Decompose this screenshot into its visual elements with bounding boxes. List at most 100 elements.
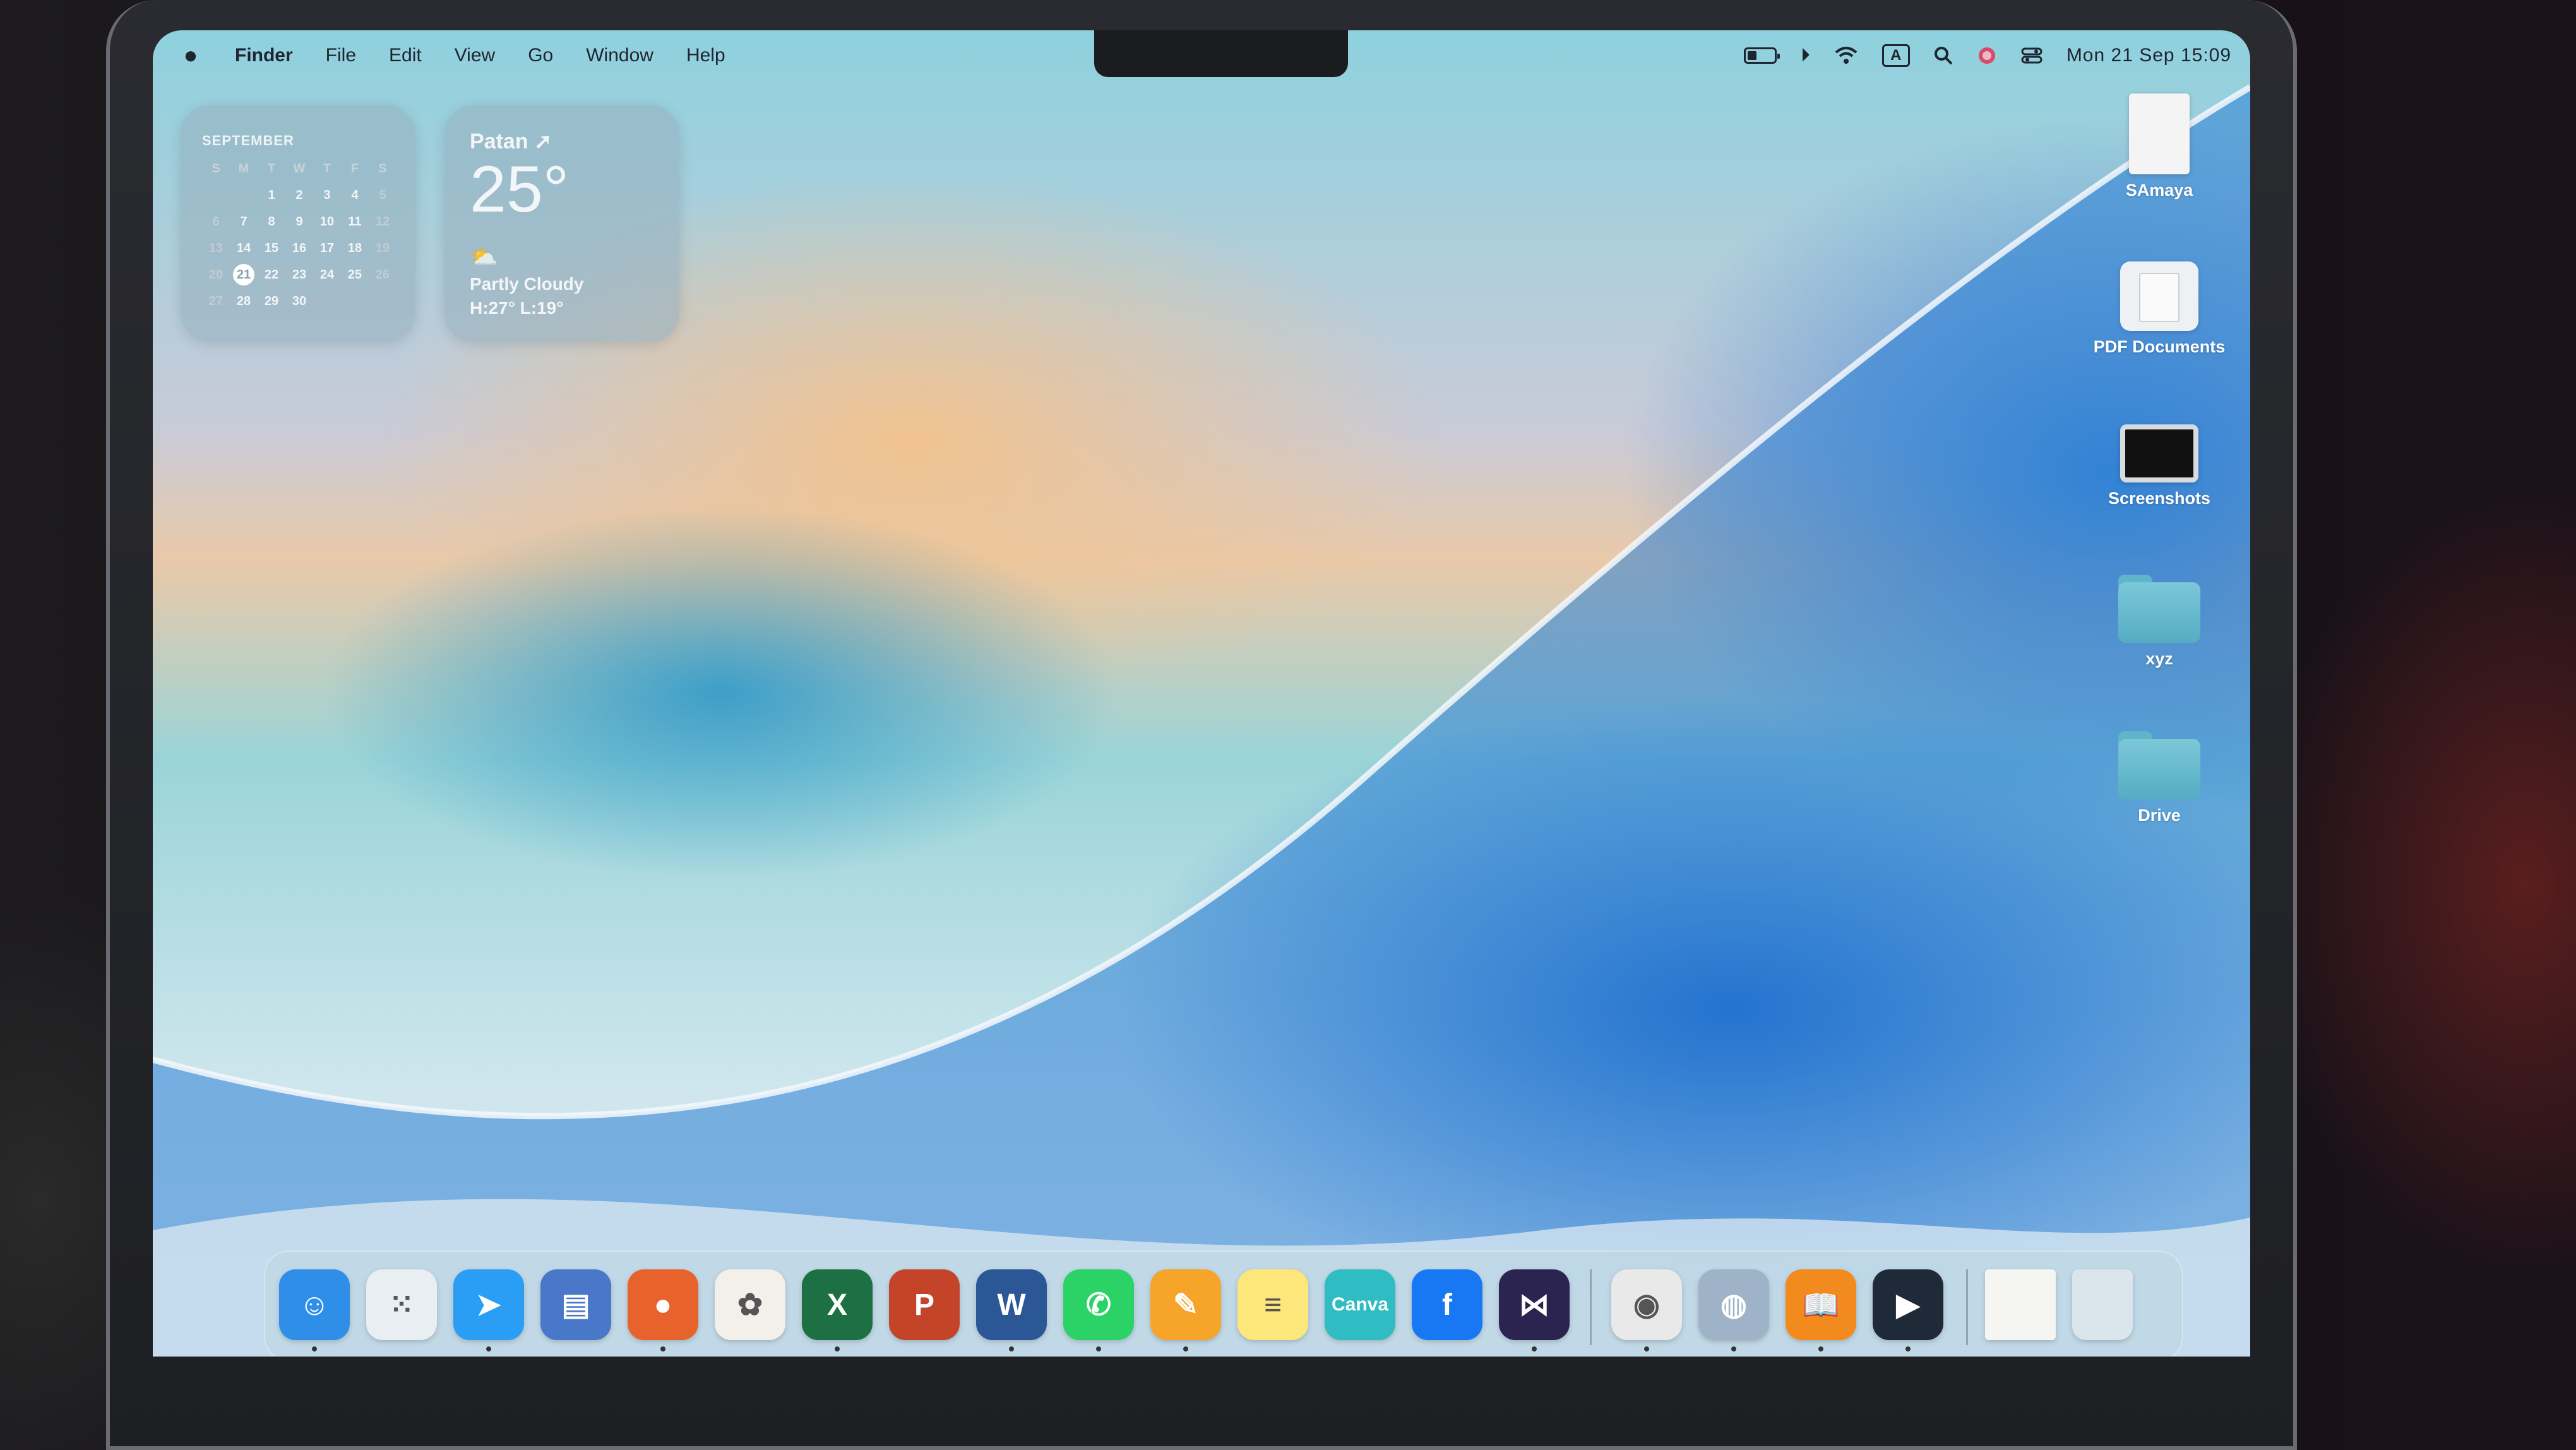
dock-separator (1590, 1269, 1592, 1345)
canva-icon[interactable]: Canva (1325, 1269, 1395, 1340)
weather-high-low: H:27° L:19° (470, 298, 564, 318)
running-indicator (1731, 1346, 1736, 1351)
menu-app-finder[interactable]: Finder (235, 45, 293, 66)
calendar-day: 22 (264, 268, 279, 282)
desktop-screen: ● Finder File Edit View Go Window Help ⏵… (153, 30, 2250, 1357)
calendar-day: 13 (208, 241, 224, 255)
desktop-item-drive[interactable]: Drive (2096, 731, 2222, 825)
running-indicator (660, 1346, 665, 1351)
menu-file[interactable]: File (326, 45, 356, 66)
calendar-day: 6 (212, 215, 220, 229)
menu-help[interactable]: Help (686, 45, 725, 66)
calendar-day: 5 (379, 188, 386, 202)
desktop-item-pdf-documents[interactable]: PDF Documents (2094, 261, 2225, 357)
calendar-day: 1 (268, 188, 275, 202)
calendar-day: 26 (375, 268, 390, 282)
firefox-icon[interactable]: ● (628, 1269, 698, 1340)
spotlight-search-icon[interactable] (1934, 46, 1953, 65)
calendar-day: 8 (268, 215, 275, 229)
siri-icon[interactable] (1977, 45, 1997, 66)
calendar-day: 14 (236, 241, 251, 255)
running-indicator (1183, 1346, 1188, 1351)
weather-widget[interactable]: Patan ➚ 25° ⛅ Partly Cloudy H:27° L:19° (444, 105, 679, 342)
powerpoint-icon[interactable]: P (889, 1269, 960, 1340)
status-menus: ⏵ A Mon 21 Sep 15:09 (1743, 30, 2231, 81)
menu-clock[interactable]: Mon 21 Sep 15:09 (2066, 45, 2231, 66)
weather-city: Patan ➚ (470, 129, 552, 153)
calendar-day: 4 (351, 188, 359, 202)
apple-icon[interactable]: ● (178, 42, 203, 69)
running-indicator (312, 1346, 317, 1351)
calendar-weekday: T (267, 162, 276, 176)
running-indicator (1644, 1346, 1649, 1351)
desktop-item-samaya[interactable]: SAmaya (2096, 93, 2222, 200)
input-source-icon[interactable]: A (1881, 44, 1910, 67)
camera-notch (1094, 30, 1348, 77)
whatsapp-icon[interactable]: ✆ (1063, 1269, 1134, 1340)
menu-edit[interactable]: Edit (389, 45, 422, 66)
calendar-weekday: F (350, 162, 359, 176)
battery-icon[interactable] (1743, 47, 1780, 64)
calendar-today: 21 (233, 264, 254, 285)
calendar-day: 25 (347, 268, 362, 282)
wifi-icon[interactable] (1834, 46, 1858, 65)
menu-go[interactable]: Go (528, 45, 553, 66)
desktop-item-xyz[interactable]: xyz (2096, 575, 2222, 669)
running-indicator (1096, 1346, 1101, 1351)
screenshot-icon (2120, 424, 2198, 482)
running-indicator (1009, 1346, 1014, 1351)
calendar-day: 20 (208, 268, 224, 282)
calendar-day: 30 (292, 294, 307, 308)
word-icon[interactable]: W (976, 1269, 1047, 1340)
photos-icon[interactable]: ✿ (715, 1269, 785, 1340)
desktop-item-label: Screenshots (2108, 489, 2211, 508)
facebook-icon[interactable]: f (1412, 1269, 1482, 1340)
books-icon[interactable]: 📖 (1786, 1269, 1856, 1340)
dock-separator (1966, 1269, 1968, 1345)
menu-view[interactable]: View (455, 45, 495, 66)
calendar-day: 16 (292, 241, 307, 255)
running-indicator (1905, 1346, 1911, 1351)
now-playing-icon[interactable]: ⏵ (1801, 45, 1810, 66)
control-center-icon[interactable] (2021, 46, 2042, 65)
butterfly-icon[interactable]: ⋈ (1499, 1269, 1570, 1340)
calendar-day: 11 (348, 215, 362, 229)
calendar-widget[interactable]: SEPTEMBER S M T W T F S 1 2 3 4 5 6 7 8 9 10 11 12 13 14 15 16… (181, 105, 415, 342)
calendar-day: 28 (236, 294, 251, 308)
loupe-icon[interactable]: ◍ (1698, 1269, 1769, 1340)
menu-window[interactable]: Window (586, 45, 653, 66)
calendar-weekday: S (212, 162, 220, 176)
calendar-day: 27 (208, 294, 224, 308)
calendar-day: 3 (323, 188, 331, 202)
preview-icon[interactable]: ▤ (540, 1269, 611, 1340)
calendar-weekday: M (238, 162, 249, 176)
running-indicator (486, 1346, 491, 1351)
calendar-day: 10 (319, 215, 335, 229)
infuse-icon[interactable]: ▶ (1873, 1269, 1943, 1340)
folder-icon (2118, 731, 2200, 800)
notes-icon[interactable]: ≡ (1237, 1269, 1308, 1340)
launchpad-icon[interactable]: ⁙ (366, 1269, 437, 1340)
running-indicator (1818, 1346, 1823, 1351)
calendar-day: 19 (375, 241, 390, 255)
weather-condition: Partly Cloudy (470, 274, 584, 294)
calendar-day: 7 (240, 215, 247, 229)
chrome-icon[interactable]: ◉ (1611, 1269, 1682, 1340)
calendar-day: 15 (264, 241, 279, 255)
safari-icon[interactable]: ➤ (453, 1269, 524, 1340)
finder-icon[interactable]: ☺ (279, 1269, 350, 1340)
excel-icon[interactable]: X (802, 1269, 873, 1340)
desktop-item-screenshots[interactable]: Screenshots (2096, 424, 2222, 508)
calendar-day (230, 184, 258, 206)
recent-document-icon[interactable] (1985, 1269, 2056, 1340)
location-arrow-icon: ➚ (534, 129, 552, 153)
calendar-day: 12 (375, 215, 390, 229)
desktop-item-label: Drive (2138, 806, 2181, 825)
calendar-weekday: W (293, 162, 306, 176)
trash-icon[interactable] (2072, 1269, 2133, 1340)
weather-temperature: 25° (470, 153, 569, 226)
calendar-month: SEPTEMBER (202, 133, 294, 148)
calendar-day: 29 (264, 294, 279, 308)
calendar-day: 9 (295, 215, 303, 229)
pages-icon[interactable]: ✎ (1150, 1269, 1221, 1340)
